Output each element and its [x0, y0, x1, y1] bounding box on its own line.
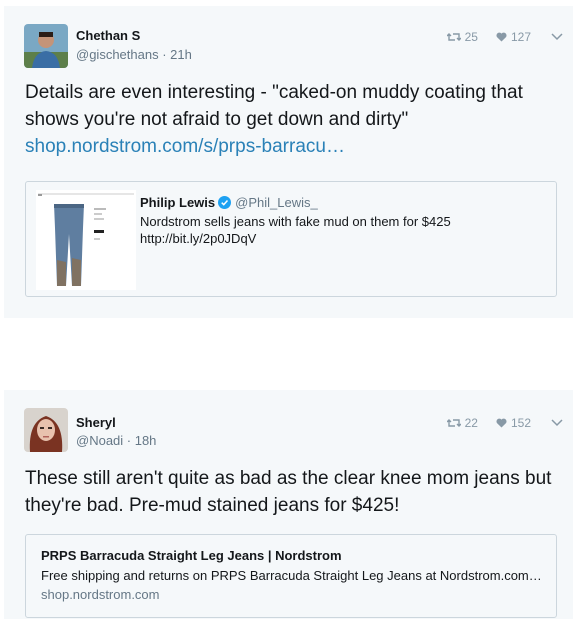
retweet-icon [446, 33, 461, 41]
retweet-button[interactable]: 25 [446, 30, 478, 44]
link-card-description: Free shipping and returns on PRPS Barrac… [41, 568, 542, 583]
retweet-count: 22 [464, 416, 478, 430]
link-card-title: PRPS Barracuda Straight Leg Jeans | Nord… [41, 548, 342, 563]
quoted-text-line2: http://bit.ly/2p0JDqV [140, 231, 257, 246]
heart-icon [496, 32, 507, 42]
quoted-text-line1: Nordstrom sells jeans with fake mud on t… [140, 214, 451, 229]
author-handle-time[interactable]: @gischethans · 21h [76, 47, 192, 62]
tweet-chethan[interactable]: Chethan S @gischethans · 21h 25 127 Deta… [4, 6, 573, 318]
retweet-count: 25 [464, 30, 478, 44]
link-card-domain: shop.nordstrom.com [41, 587, 160, 602]
link-card[interactable]: PRPS Barracuda Straight Leg Jeans | Nord… [25, 534, 557, 618]
tweet-link[interactable]: shop.nordstrom.com/s/prps-barracu… [25, 136, 345, 157]
chevron-down-icon[interactable] [551, 419, 563, 427]
quoted-tweet[interactable]: Philip Lewis @Phil_Lewis_ Nordstrom sells… [25, 181, 557, 297]
tweet-sheryl[interactable]: Sheryl @Noadi · 18h 22 152 These still a… [4, 390, 573, 619]
tweet-text: Details are even interesting - "caked-on… [25, 79, 557, 160]
quoted-author[interactable]: Philip Lewis @Phil_Lewis_ [140, 195, 318, 210]
like-count: 127 [510, 30, 531, 44]
quoted-author-name: Philip Lewis [140, 195, 216, 210]
author-name[interactable]: Sheryl [76, 415, 116, 430]
chevron-down-icon[interactable] [551, 33, 563, 41]
retweet-button[interactable]: 22 [446, 416, 478, 430]
like-button[interactable]: 152 [496, 416, 531, 430]
tweet-stats: 22 152 [446, 416, 563, 430]
avatar-chethan[interactable] [24, 24, 68, 68]
avatar-sheryl[interactable] [24, 408, 68, 452]
tweet-stats: 25 127 [446, 30, 563, 44]
like-button[interactable]: 127 [496, 30, 531, 44]
author-handle-time[interactable]: @Noadi · 18h [76, 433, 156, 448]
tweet-text: These still aren't quite as bad as the c… [25, 468, 552, 516]
like-count: 152 [510, 416, 531, 430]
verified-badge-icon [218, 196, 232, 209]
quoted-tweet-text: Nordstrom sells jeans with fake mud on t… [140, 213, 451, 247]
heart-icon [496, 418, 507, 428]
quoted-author-handle: @Phil_Lewis_ [235, 195, 318, 210]
jeans-thumbnail [36, 190, 136, 290]
author-name[interactable]: Chethan S [76, 28, 140, 43]
tweet-body: Details are even interesting - "caked-on… [25, 82, 523, 130]
retweet-icon [446, 419, 461, 427]
